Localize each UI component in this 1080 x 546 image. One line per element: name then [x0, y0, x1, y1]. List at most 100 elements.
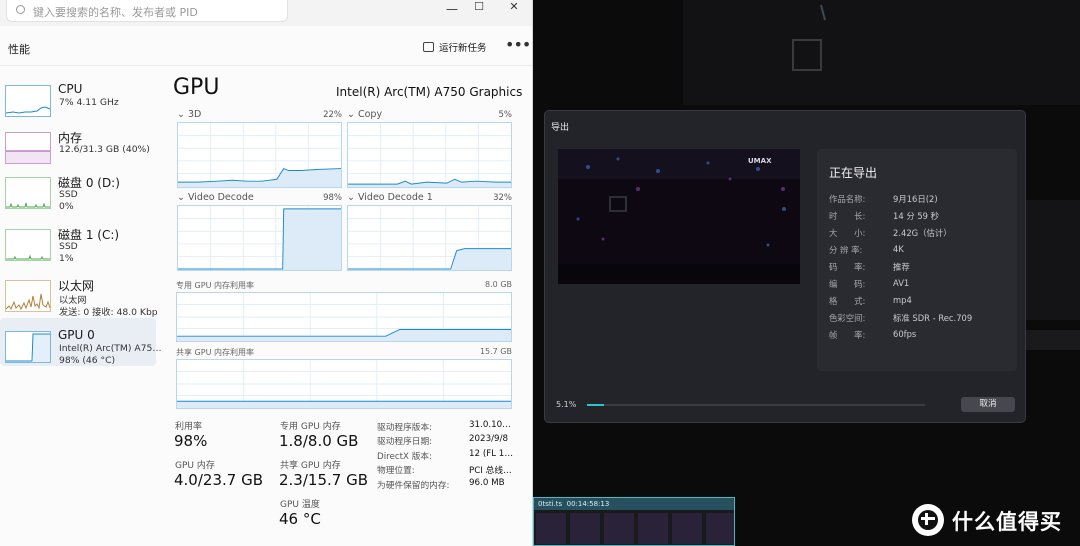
clip-filmstrip: [534, 510, 734, 545]
gpu-memory-value: 4.0/23.7 GB: [174, 471, 263, 489]
engine-percent: 98%: [323, 193, 342, 203]
shared-gpu-memory-value: 2.3/15.7 GB: [279, 471, 368, 489]
export-progress-fill: [587, 404, 604, 406]
engine-label: Copy: [357, 109, 383, 120]
engine-label: Video Decode 1: [357, 192, 433, 203]
smzdm-logo-icon: [912, 504, 944, 536]
shared-memory-label: 共享 GPU 内存利用率: [176, 348, 254, 357]
info-key: 格 式:: [829, 296, 866, 306]
detail-key: 物理位置:: [377, 466, 415, 476]
gpu-memory-label: GPU 内存: [175, 461, 215, 471]
engine-copy-selector[interactable]: ⌄ Copy: [347, 109, 382, 120]
engine-copy-graph: [347, 122, 512, 188]
utilization-value: 98%: [174, 432, 208, 450]
shared-memory-max: 15.7 GB: [479, 347, 512, 356]
watermark: 什么值得买: [908, 500, 1076, 540]
timeline-clip[interactable]: 0tsti.ts 00:14:58:13: [533, 497, 735, 546]
sidebar-item-disk-0[interactable]: 磁盘 0 (D:) SSD 0%: [0, 164, 156, 212]
info-value: 2.42G（估计）: [893, 228, 952, 238]
export-status-title: 正在导出: [829, 166, 878, 180]
clip-name: 0tsti.ts: [538, 500, 563, 508]
watermark-text: 什么值得买: [952, 510, 1062, 534]
gpu-temperature-label: GPU 温度: [280, 500, 320, 510]
dedicated-memory-max: 8.0 GB: [485, 280, 512, 289]
sidebar-item-detail-2: 发送: 0 接收: 48.0 Kbp: [59, 307, 158, 318]
info-key: 帧 率:: [829, 330, 866, 340]
export-progress-bar: [587, 404, 925, 406]
engine-video-decode-1-selector[interactable]: ⌄ Video Decode 1: [347, 192, 433, 203]
sidebar-item-detail-2: 1%: [59, 253, 74, 264]
detail-value: 31.0.10…: [469, 420, 511, 430]
concert-preview-image: UMAX: [558, 149, 800, 284]
engine-percent: 22%: [323, 110, 342, 120]
info-value: 14 分 59 秒: [893, 211, 940, 221]
sidebar-item-detail: 12.6/31.3 GB (40%): [59, 144, 150, 155]
sidebar-item-memory[interactable]: 内存 12.6/31.3 GB (40%): [0, 119, 156, 167]
disk0-thumbnail-graph: [5, 177, 51, 209]
detail-value: 96.0 MB: [469, 478, 505, 488]
gpu-model-name: Intel(R) Arc(TM) A750 Graphics: [336, 85, 523, 99]
sidebar-item-detail: SSD: [59, 241, 78, 252]
info-key: 编 码:: [829, 279, 866, 289]
engine-video-decode-selector[interactable]: ⌄ Video Decode: [177, 192, 254, 203]
engine-percent: 5%: [498, 110, 513, 120]
info-key: 色彩空间:: [829, 313, 866, 323]
gpu-thumbnail-graph: [5, 331, 51, 363]
info-value: 9月16日(2): [893, 194, 938, 204]
sidebar-item-gpu-0[interactable]: GPU 0 Intel(R) Arc(TM) A75… 98% (46 °C): [0, 318, 162, 366]
sidebar-item-label: CPU: [58, 82, 83, 96]
task-manager-window: 键入要搜索的名称、发布者或 PID — ☐ ✕ 性能 运行新任务 ••• CPU…: [0, 0, 533, 546]
memory-thumbnail-graph: [5, 132, 51, 164]
dedicated-memory-graph: [176, 292, 512, 342]
run-new-task-button[interactable]: 运行新任务: [423, 40, 487, 54]
more-options-button[interactable]: •••: [505, 35, 531, 54]
info-value: AV1: [893, 278, 910, 288]
disk1-thumbnail-graph: [5, 229, 51, 261]
shared-memory-graph: [176, 359, 512, 409]
export-info-panel: 正在导出 作品名称: 9月16日(2) 时 长: 14 分 59 秒 大 小: …: [817, 149, 1017, 371]
info-value: 标准 SDR - Rec.709: [893, 313, 973, 323]
sidebar-item-detail-2: 0%: [59, 201, 74, 212]
sidebar-item-label: GPU 0: [58, 328, 95, 342]
sidebar-item-detail: Intel(R) Arc(TM) A75…: [59, 343, 162, 354]
engine-video-decode-graph: [177, 205, 342, 271]
clip-header: 0tsti.ts 00:14:58:13: [534, 498, 734, 510]
close-button[interactable]: ✕: [494, 1, 532, 25]
progress-percent: 5.1%: [556, 400, 577, 409]
engine-3d-selector[interactable]: ⌄ 3D: [177, 109, 201, 120]
detail-value: 12 (FL 1…: [469, 449, 514, 459]
clip-time: 00:14:58:13: [566, 500, 610, 508]
sidebar-item-disk-1[interactable]: 磁盘 1 (C:) SSD 1%: [0, 216, 156, 264]
info-key: 大 小:: [829, 228, 866, 238]
export-dialog: 导出 UMAX 正在导出 作品名称: 9月16日(2) 时 长: 14 分 59…: [544, 110, 1026, 423]
dialog-title: 导出: [551, 123, 570, 133]
info-key: 分 辨 率:: [829, 245, 863, 255]
thumb-logo-text: UMAX: [748, 157, 772, 165]
page-header: 性能 运行新任务 •••: [0, 26, 532, 66]
engine-video-decode-1-graph: [347, 205, 512, 271]
maximize-button[interactable]: ☐: [459, 1, 499, 25]
detail-key: 驱动程序日期:: [377, 437, 433, 447]
gpu-temperature-value: 46 °C: [279, 510, 321, 528]
sidebar-item-ethernet[interactable]: 以太网 以太网 发送: 0 接收: 48.0 Kbp: [0, 267, 158, 318]
utilization-label: 利用率: [175, 422, 203, 432]
chevron-down-icon: ⌄: [177, 109, 188, 120]
engine-3d-graph: [177, 122, 342, 188]
search-input[interactable]: 键入要搜索的名称、发布者或 PID: [6, 0, 288, 22]
detail-key: 驱动程序版本:: [377, 423, 433, 433]
sidebar-item-detail-2: 98% (46 °C): [59, 355, 116, 366]
engine-label: Video Decode: [187, 192, 254, 203]
chevron-down-icon: ⌄: [177, 192, 188, 203]
cancel-button[interactable]: 取消: [961, 397, 1015, 412]
shared-gpu-memory-label: 共享 GPU 内存: [280, 461, 341, 471]
dedicated-gpu-memory-label: 专用 GPU 内存: [280, 422, 341, 432]
search-placeholder: 键入要搜索的名称、发布者或 PID: [33, 6, 198, 19]
performance-sidebar: CPU 7% 4.11 GHz 内存 12.6/31.3 GB (40%) 磁盘…: [0, 66, 162, 546]
chevron-down-icon: ⌄: [347, 109, 358, 120]
cpu-thumbnail-graph: [5, 85, 51, 117]
sidebar-item-cpu[interactable]: CPU 7% 4.11 GHz: [0, 72, 156, 120]
sidebar-item-detail: 7% 4.11 GHz: [59, 97, 119, 108]
engine-percent: 32%: [493, 193, 512, 203]
info-value: 4K: [893, 244, 904, 254]
info-value: mp4: [893, 295, 912, 305]
